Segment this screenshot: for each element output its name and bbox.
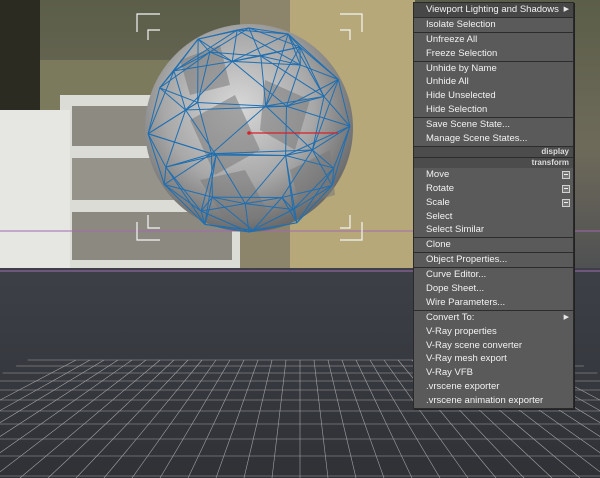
menu-item-scale[interactable]: Scale [414, 196, 573, 210]
menu-item-label: Unfreeze All [426, 33, 478, 45]
gizmo-pivot [247, 131, 251, 135]
menu-item-rotate[interactable]: Rotate [414, 182, 573, 196]
menu-item-manage-scene-states[interactable]: Manage Scene States... [414, 132, 573, 146]
menu-item-v-ray-mesh-export[interactable]: V-Ray mesh export [414, 352, 573, 366]
menu-item-wire-parameters[interactable]: Wire Parameters... [414, 296, 573, 310]
menu-item-label: Manage Scene States... [426, 133, 528, 145]
menu-item-label: V-Ray scene converter [426, 339, 523, 351]
menu-item-convert-to[interactable]: Convert To: ▶ [414, 309, 573, 325]
menu-item-unhide-all[interactable]: Unhide All [414, 75, 573, 89]
menu-item-hide-selection[interactable]: Hide Selection [414, 103, 573, 117]
menu-item-move[interactable]: Move [414, 168, 573, 182]
menu-item-label: .vrscene exporter [426, 381, 500, 393]
menu-item-label: Move [426, 168, 450, 180]
menu-item-v-ray-vfb[interactable]: V-Ray VFB [414, 366, 573, 380]
menu-item-dope-sheet[interactable]: Dope Sheet... [414, 282, 573, 296]
menu-item-vrscene-exporter[interactable]: .vrscene exporter [414, 380, 573, 394]
menu-item-label: Select Similar [426, 224, 485, 236]
menu-item-save-scene-state[interactable]: Save Scene State... [414, 117, 573, 132]
menu-item-hide-unselected[interactable]: Hide Unselected [414, 89, 573, 103]
menu-item-label: Curve Editor... [426, 269, 487, 281]
menu-item-label: Unhide All [426, 76, 469, 88]
menu-item-select[interactable]: Select [414, 210, 573, 224]
menu-item-label: .vrscene animation exporter [426, 395, 544, 407]
menu-item-label: Freeze Selection [426, 47, 498, 59]
menu-item-v-ray-scene-converter[interactable]: V-Ray scene converter [414, 339, 573, 353]
menu-item-label: Dope Sheet... [426, 283, 485, 295]
settings-box-icon[interactable] [562, 170, 570, 179]
menu-item-label: Wire Parameters... [426, 296, 506, 308]
menu-item-label: Convert To: [426, 311, 475, 323]
menu-item-viewport-lighting-and-shadows[interactable]: Viewport Lighting and Shadows ▶ [414, 3, 573, 17]
menu-item-label: Hide Unselected [426, 90, 496, 102]
menu-item-vrscene-animation-exporter[interactable]: .vrscene animation exporter [414, 394, 573, 408]
submenu-arrow-icon: ▶ [563, 313, 569, 321]
settings-box-icon[interactable] [562, 198, 570, 207]
backdrop-white-panel [0, 110, 70, 270]
menu-item-label: Select [426, 210, 453, 222]
menu-item-unfreeze-all[interactable]: Unfreeze All [414, 31, 573, 47]
menu-item-isolate-selection[interactable]: Isolate Selection [414, 16, 573, 32]
menu-item-label: Object Properties... [426, 254, 508, 266]
menu-item-select-similar[interactable]: Select Similar [414, 223, 573, 237]
perspective-viewport[interactable]: Viewport Lighting and Shadows ▶ Isolate Se… [0, 0, 600, 478]
menu-item-label: Hide Selection [426, 104, 488, 116]
submenu-arrow-icon: ▶ [563, 6, 569, 13]
menu-item-v-ray-properties[interactable]: V-Ray properties [414, 325, 573, 339]
menu-item-label: Unhide by Name [426, 62, 497, 74]
menu-item-label: V-Ray mesh export [426, 353, 507, 365]
quad-header-transform: transform [414, 156, 573, 168]
menu-item-curve-editor[interactable]: Curve Editor... [414, 267, 573, 282]
quad-menu: Viewport Lighting and Shadows ▶ Isolate Se… [413, 2, 574, 410]
menu-item-freeze-selection[interactable]: Freeze Selection [414, 47, 573, 61]
menu-item-label: V-Ray VFB [426, 367, 473, 379]
quad-header-display: display [414, 145, 573, 157]
menu-item-label: Viewport Lighting and Shadows [426, 4, 559, 15]
menu-item-label: Isolate Selection [426, 18, 496, 30]
menu-item-unhide-by-name[interactable]: Unhide by Name [414, 60, 573, 76]
menu-item-label: V-Ray properties [426, 325, 497, 337]
menu-item-label: Scale [426, 196, 450, 208]
menu-item-clone[interactable]: Clone [414, 237, 573, 252]
menu-item-label: Clone [426, 239, 451, 251]
menu-item-label: Rotate [426, 182, 454, 194]
menu-item-object-properties[interactable]: Object Properties... [414, 252, 573, 267]
settings-box-icon[interactable] [562, 184, 570, 193]
menu-item-label: Save Scene State... [426, 119, 510, 131]
